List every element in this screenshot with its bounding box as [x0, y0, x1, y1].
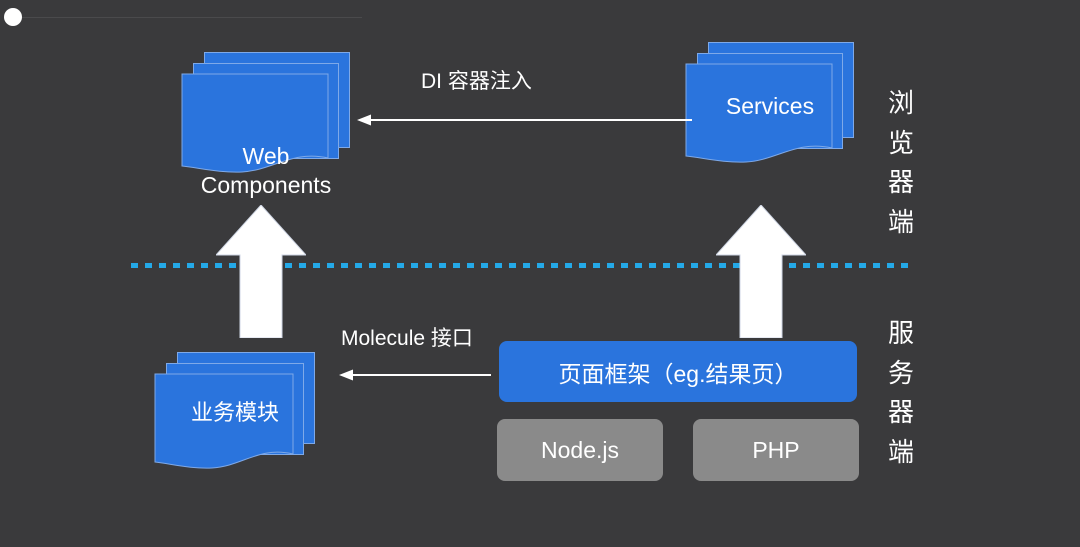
node-web-components[interactable]: Web Components	[181, 52, 350, 198]
node-business-modules[interactable]: 业务模块	[154, 352, 315, 470]
edge-left-uplink-arrow	[216, 205, 306, 338]
node-services[interactable]: Services	[685, 42, 854, 164]
node-php[interactable]: PHP	[693, 419, 859, 481]
stack-sheet-front	[154, 373, 294, 470]
side-label-server: 服 务 器 端	[887, 318, 914, 467]
node-php-label: PHP	[752, 436, 800, 463]
stack-sheet-front	[181, 73, 329, 174]
edge-molecule-interface-arrow	[339, 368, 491, 382]
side-label-browser: 浏 览 器 端	[887, 88, 914, 237]
node-page-framework-label: 页面框架（eg.结果页）	[558, 360, 798, 387]
edge-right-uplink-arrow	[716, 205, 806, 338]
stack-sheet-front	[685, 63, 833, 164]
node-nodejs-label: Node.js	[541, 436, 619, 463]
slider-track[interactable]	[22, 17, 362, 18]
node-page-framework[interactable]: 页面框架（eg.结果页）	[499, 341, 857, 402]
slider-handle[interactable]	[4, 8, 22, 26]
node-nodejs[interactable]: Node.js	[497, 419, 663, 481]
edge-di-injection-label: DI 容器注入	[421, 70, 532, 93]
diagram-canvas: Web Components Services 业务模块 页面框架（eg.结果页…	[0, 0, 1080, 547]
edge-molecule-interface-label: Molecule 接口	[341, 327, 473, 350]
edge-di-injection-arrow	[357, 113, 692, 127]
